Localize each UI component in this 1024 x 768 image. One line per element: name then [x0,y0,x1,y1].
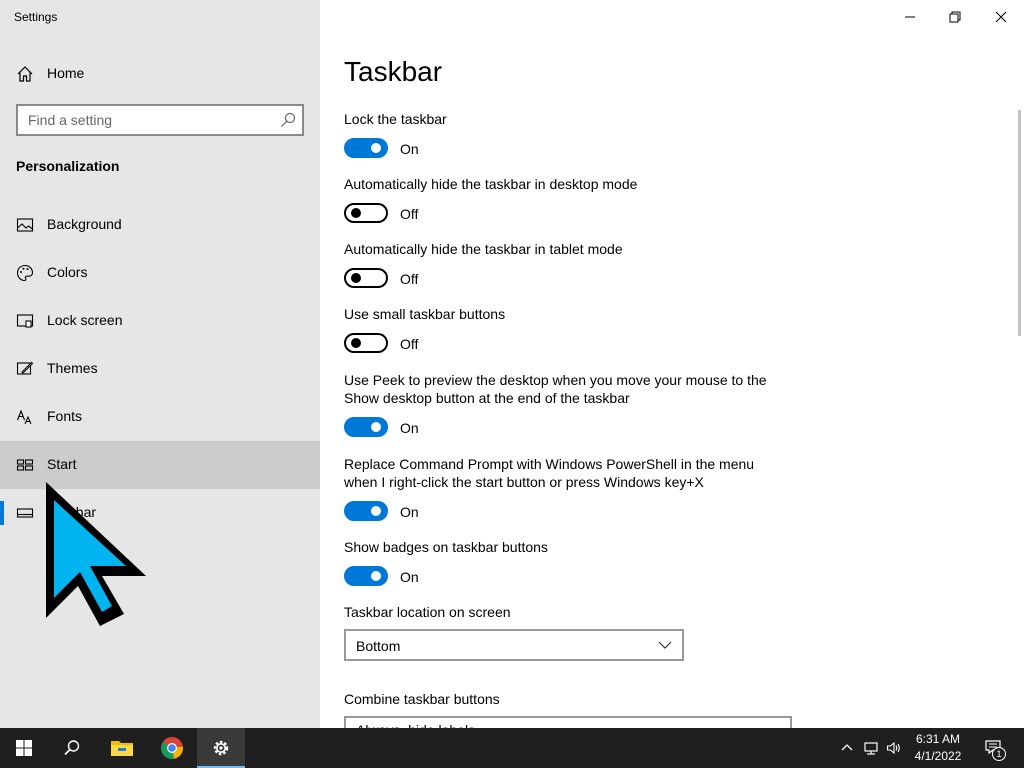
themes-icon [16,361,34,375]
toggle-state-label: On [400,504,419,520]
sidebar-item-label: Themes [47,360,98,376]
home-label: Home [47,65,85,81]
restore-button[interactable] [932,6,978,28]
search-icon[interactable] [280,112,296,128]
toggle-peek[interactable] [344,417,388,437]
sidebar-item-background[interactable]: Background [0,201,320,249]
sidebar-item-lock-screen[interactable]: Lock screen [0,297,320,345]
setting-label-autohide-tablet: Automatically hide the taskbar in tablet… [344,241,623,257]
setting-label-peek: Use Peek to preview the desktop when you… [344,372,767,406]
combine-buttons-label: Combine taskbar buttons [344,691,500,707]
home-nav-item[interactable]: Home [0,56,320,92]
clock[interactable]: 6:31 AM 4/1/2022 [908,731,968,765]
minimize-icon [905,16,915,18]
toggle-badges[interactable] [344,566,388,586]
setting-label-autohide-desktop: Automatically hide the taskbar in deskto… [344,176,638,192]
toggle-knob [371,422,381,432]
dropdown-value: Bottom [356,638,401,654]
sidebar-item-label: Fonts [47,408,83,424]
chrome-button[interactable] [148,728,196,768]
taskbar-icon [16,508,34,518]
toggle-knob [351,338,361,348]
notification-center-button[interactable]: 1 [984,738,1006,761]
start-icon [16,459,34,471]
toggle-state-label: On [400,141,419,157]
taskbar: 6:31 AM 4/1/2022 1 [0,728,1024,768]
home-icon [17,66,33,82]
chrome-icon [161,737,184,759]
toggle-knob [351,208,361,218]
search-input[interactable]: Find a setting [16,104,304,136]
volume-icon[interactable] [886,740,902,756]
clock-time: 6:31 AM [915,732,961,746]
window-title: Settings [14,10,58,24]
sidebar: Settings Home Find a setting Personaliza… [0,0,320,728]
setting-label-badges: Show badges on taskbar buttons [344,539,548,555]
sidebar-item-label: Background [47,216,122,232]
sidebar-item-colors[interactable]: Colors [0,249,320,297]
sidebar-item-themes[interactable]: Themes [0,345,320,393]
setting-label-lock-taskbar: Lock the taskbar [344,111,447,127]
sidebar-item-taskbar[interactable]: Taskbar [0,489,320,537]
palette-icon [16,264,34,282]
close-button[interactable] [978,6,1024,28]
clock-date: 4/1/2022 [914,749,962,763]
notification-badge: 1 [992,747,1006,761]
lock-screen-icon [16,314,34,328]
fonts-icon [16,409,32,425]
toggle-knob [371,506,381,516]
file-explorer-button[interactable] [98,728,146,768]
taskbar-location-label: Taskbar location on screen [344,604,511,620]
search-icon [64,740,80,756]
chevron-up-icon[interactable] [839,740,855,756]
scrollbar[interactable] [1018,110,1021,336]
toggle-state-label: Off [400,271,419,287]
sidebar-item-start[interactable]: Start [0,441,320,489]
close-icon [995,11,1007,23]
toggle-knob [371,571,381,581]
windows-logo-icon [16,740,32,756]
section-title: Personalization [16,158,120,174]
toggle-small-buttons[interactable] [344,333,388,353]
toggle-powershell[interactable] [344,501,388,521]
toggle-state-label: On [400,569,419,585]
folder-icon [111,741,133,756]
page-title: Taskbar [344,56,443,87]
network-icon[interactable] [863,740,879,756]
setting-label-small-buttons: Use small taskbar buttons [344,306,506,322]
gear-icon [213,740,229,756]
sidebar-item-label: Colors [47,264,88,280]
search-placeholder: Find a setting [28,112,113,128]
sidebar-item-label: Start [47,456,77,472]
toggle-lock-taskbar[interactable] [344,138,388,158]
toggle-autohide-tablet[interactable] [344,268,388,288]
toggle-state-label: Off [400,206,419,222]
taskbar-location-dropdown[interactable]: Bottom [344,629,684,661]
toggle-state-label: Off [400,336,419,352]
background-icon [16,218,34,232]
sidebar-item-label: Lock screen [47,312,123,328]
toggle-knob [371,143,381,153]
minimize-button[interactable] [887,6,933,28]
settings-taskbar-button[interactable] [197,728,245,768]
setting-label-powershell: Replace Command Prompt with Windows Powe… [344,456,755,490]
selected-indicator [0,501,4,525]
restore-icon [949,11,961,23]
sidebar-item-fonts[interactable]: Fonts [0,393,320,441]
toggle-autohide-desktop[interactable] [344,203,388,223]
chevron-down-icon [658,641,672,649]
toggle-knob [351,273,361,283]
toggle-state-label: On [400,420,419,436]
sidebar-item-label: Taskbar [47,504,97,520]
start-button[interactable] [0,728,48,768]
search-button[interactable] [48,728,96,768]
